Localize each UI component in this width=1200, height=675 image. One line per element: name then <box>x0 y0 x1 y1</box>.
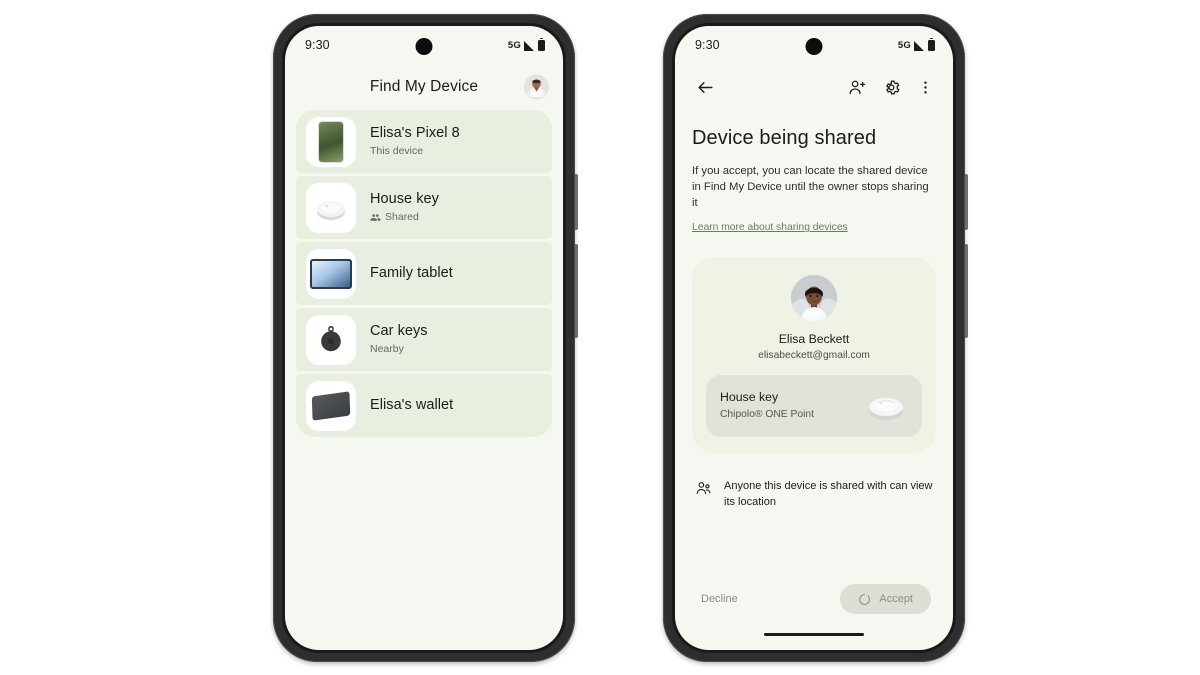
person-add-icon[interactable] <box>843 73 871 101</box>
phone-right-bezel: 9:30 5G Device being shared If you accep… <box>672 23 956 653</box>
device-text: Car keys Nearby <box>370 323 428 356</box>
status-bar-left: 9:30 5G <box>285 26 563 64</box>
device-text: House key Shared <box>370 191 439 224</box>
device-subtitle-label: Shared <box>385 211 419 224</box>
sharing-note: Anyone this device is shared with can vi… <box>692 479 936 511</box>
list-item[interactable]: Family tablet <box>296 242 552 305</box>
page-title: Find My Device <box>369 78 479 95</box>
phone-left-screen: 9:30 5G Find My Device Elisa's Pixel 8 T… <box>285 26 563 650</box>
more-vert-glyph <box>923 80 927 94</box>
device-name: Car keys <box>370 323 428 339</box>
list-item[interactable]: House key Shared <box>296 176 552 239</box>
decline-button[interactable]: Decline <box>697 587 742 611</box>
phone-right: 9:30 5G Device being shared If you accep… <box>663 14 968 662</box>
share-request-content: Device being shared If you accept, you c… <box>675 127 953 511</box>
volume-button[interactable] <box>575 244 578 338</box>
phone-left: 9:30 5G Find My Device Elisa's Pixel 8 T… <box>273 14 578 662</box>
app-bar-left: Find My Device <box>285 64 563 110</box>
shared-item-name: House key <box>720 390 779 405</box>
owner-avatar-image <box>791 275 837 322</box>
learn-more-link[interactable]: Learn more about sharing devices <box>692 222 848 233</box>
device-text: Family tablet <box>370 265 453 282</box>
sharing-note-text: Anyone this device is shared with can vi… <box>724 480 933 509</box>
device-subtitle-label: This device <box>370 145 424 158</box>
device-name: House key <box>370 191 439 207</box>
tile-tracker-thumbnail <box>306 314 356 365</box>
wallet-thumbnail <box>306 380 356 431</box>
device-name: Elisa's Pixel 8 <box>370 125 460 141</box>
network-label: 5G <box>507 39 521 51</box>
status-time: 9:30 <box>695 38 720 52</box>
people-shared-icon <box>696 482 711 495</box>
status-icons: 5G <box>507 37 545 51</box>
chipolo-tracker-icon <box>317 200 345 220</box>
chipolo-tracker-image <box>869 398 903 421</box>
more-vert-icon[interactable] <box>911 73 939 101</box>
page-description: If you accept, you can locate the shared… <box>692 165 929 210</box>
device-text: Elisa's Pixel 8 This device <box>370 125 460 158</box>
device-subtitle: This device <box>370 145 460 158</box>
device-subtitle: Shared <box>370 211 439 224</box>
status-bar-right: 9:30 5G <box>675 26 953 64</box>
device-name: Family tablet <box>370 264 453 281</box>
front-camera-punchhole <box>805 38 823 55</box>
device-subtitle: Nearby <box>370 343 428 356</box>
page-title: Device being shared <box>692 127 877 149</box>
pixel-phone-icon <box>318 120 344 163</box>
shared-item-card[interactable]: House key Chipolo® ONE Point <box>706 375 922 438</box>
device-text: Elisa's wallet <box>370 397 453 414</box>
tile-tracker-icon <box>321 325 341 351</box>
avatar <box>791 275 837 322</box>
list-item[interactable]: Car keys Nearby <box>296 308 552 371</box>
arrow-back-icon[interactable] <box>691 73 719 101</box>
status-time: 9:30 <box>305 38 330 52</box>
status-icons: 5G <box>897 37 935 51</box>
home-indicator[interactable] <box>764 633 864 636</box>
power-button[interactable] <box>965 174 968 230</box>
owner-email: elisabeckett@gmail.com <box>758 350 870 362</box>
person-add-glyph <box>849 80 865 94</box>
gear-glyph <box>885 80 900 94</box>
app-bar-right <box>675 64 953 110</box>
pixel-phone-thumbnail <box>306 116 356 167</box>
gear-icon[interactable] <box>877 73 905 101</box>
signal-triangle-icon <box>524 40 534 51</box>
volume-button[interactable] <box>965 244 968 338</box>
accept-button[interactable]: Accept <box>840 584 931 614</box>
phone-left-bezel: 9:30 5G Find My Device Elisa's Pixel 8 T… <box>282 23 566 653</box>
arrow-back-glyph <box>697 81 713 93</box>
wallet-icon <box>311 390 351 421</box>
shared-item-text: House key Chipolo® ONE Point <box>720 390 814 421</box>
tablet-icon <box>310 258 352 289</box>
signal-triangle-icon <box>914 40 924 51</box>
owner-name: Elisa Beckett <box>778 332 850 347</box>
device-subtitle-label: Nearby <box>370 343 404 356</box>
battery-icon <box>538 37 545 51</box>
accept-button-label: Accept <box>879 593 913 605</box>
device-name: Elisa's wallet <box>370 396 454 413</box>
power-button[interactable] <box>575 174 578 230</box>
chipolo-tracker-thumbnail <box>306 182 356 233</box>
tablet-thumbnail <box>306 248 356 299</box>
front-camera-punchhole <box>415 38 433 55</box>
network-label: 5G <box>897 39 911 51</box>
list-item[interactable]: Elisa's wallet <box>296 374 552 437</box>
action-bar: Decline Accept <box>675 584 953 614</box>
avatar[interactable] <box>524 74 549 100</box>
device-list: Elisa's Pixel 8 This device House key Sh… <box>285 110 563 437</box>
shared-item-model: Chipolo® ONE Point <box>720 408 815 420</box>
list-item[interactable]: Elisa's Pixel 8 This device <box>296 110 552 173</box>
people-icon <box>370 214 381 221</box>
phone-right-screen: 9:30 5G Device being shared If you accep… <box>675 26 953 650</box>
account-avatar-image <box>524 74 549 100</box>
battery-icon <box>928 37 935 51</box>
loading-spinner-icon <box>859 593 871 605</box>
shared-device-card: Elisa Beckett elisabeckett@gmail.com Hou… <box>692 257 936 454</box>
